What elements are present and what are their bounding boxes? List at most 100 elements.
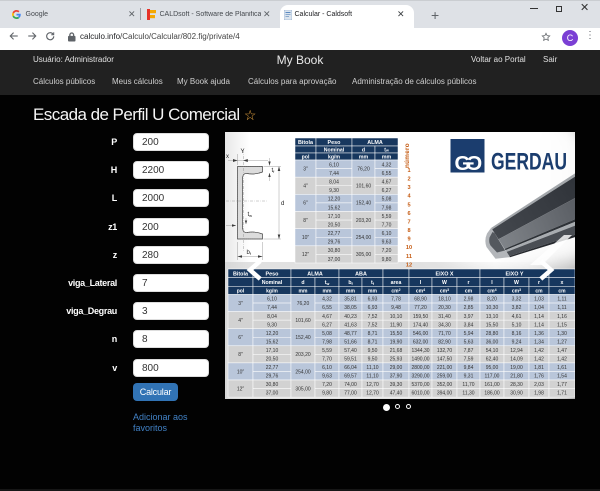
svg-text:20,50: 20,50 [328, 222, 341, 228]
svg-text:41,63: 41,63 [344, 322, 357, 328]
svg-text:6,55: 6,55 [382, 171, 392, 177]
svg-text:2: 2 [407, 177, 410, 183]
svg-text:117,00: 117,00 [485, 374, 500, 380]
svg-text:1,11: 1,11 [557, 297, 567, 303]
svg-text:5370,00: 5370,00 [411, 382, 429, 388]
svg-text:Peso: Peso [266, 271, 280, 277]
svg-text:15,62: 15,62 [266, 339, 279, 345]
svg-text:21,80: 21,80 [510, 374, 523, 380]
svg-text:203,20: 203,20 [295, 352, 311, 358]
svg-text:Peso: Peso [328, 140, 342, 146]
svg-text:48,77: 48,77 [344, 331, 357, 337]
svg-text:9,30: 9,30 [329, 188, 339, 194]
svg-text:9: 9 [407, 237, 410, 243]
svg-text:37,90: 37,90 [390, 374, 403, 380]
svg-text:W: W [514, 280, 519, 286]
svg-text:10,30: 10,30 [486, 305, 499, 311]
svg-text:7,59: 7,59 [464, 357, 474, 363]
svg-text:12″: 12″ [237, 386, 245, 392]
svg-text:8,71: 8,71 [368, 339, 378, 345]
svg-text:9,63: 9,63 [382, 240, 392, 246]
svg-text:19,90: 19,90 [390, 339, 403, 345]
svg-text:3″: 3″ [303, 166, 308, 172]
svg-text:1,42: 1,42 [534, 348, 544, 354]
svg-text:7,70: 7,70 [322, 357, 332, 363]
svg-text:15,50: 15,50 [390, 331, 403, 337]
svg-text:8: 8 [407, 228, 410, 234]
svg-text:5,10: 5,10 [512, 322, 522, 328]
svg-text:1,34: 1,34 [534, 339, 544, 345]
svg-text:3,32: 3,32 [512, 297, 522, 303]
svg-text:8,16: 8,16 [512, 331, 522, 337]
svg-text:6,10: 6,10 [267, 297, 277, 303]
svg-text:1,15: 1,15 [557, 322, 567, 328]
svg-text:6,55: 6,55 [322, 305, 332, 311]
svg-text:7,52: 7,52 [368, 314, 378, 320]
svg-text:1,47: 1,47 [557, 348, 567, 354]
svg-text:9,24: 9,24 [512, 339, 522, 345]
svg-text:1,71: 1,71 [557, 391, 567, 397]
svg-text:1,54: 1,54 [557, 374, 567, 380]
svg-text:1344,30: 1344,30 [411, 348, 429, 354]
svg-text:11,10: 11,10 [366, 365, 378, 371]
svg-text:mm: mm [359, 154, 369, 160]
svg-text:29,76: 29,76 [328, 240, 341, 246]
svg-text:1,61: 1,61 [557, 365, 567, 371]
svg-text:22,77: 22,77 [266, 365, 279, 371]
svg-text:mm: mm [368, 289, 377, 295]
svg-text:8,04: 8,04 [329, 180, 339, 186]
svg-text:12,70: 12,70 [366, 382, 379, 388]
svg-text:2,85: 2,85 [464, 305, 474, 311]
svg-text:51,66: 51,66 [344, 339, 357, 345]
svg-text:10: 10 [406, 245, 412, 251]
svg-text:12″: 12″ [302, 252, 310, 258]
svg-text:7: 7 [407, 219, 410, 225]
svg-text:EIXO X: EIXO X [436, 271, 454, 277]
svg-text:7,20: 7,20 [322, 382, 332, 388]
svg-text:12,20: 12,20 [328, 197, 341, 203]
svg-text:r: r [467, 280, 469, 286]
svg-text:7,44: 7,44 [329, 171, 339, 177]
svg-text:Nominal: Nominal [262, 280, 283, 286]
svg-text:101,60: 101,60 [356, 184, 372, 190]
svg-text:6,10: 6,10 [322, 365, 332, 371]
svg-text:2800,00: 2800,00 [411, 365, 429, 371]
svg-text:71,70: 71,70 [438, 331, 451, 337]
svg-text:59,51: 59,51 [344, 357, 357, 363]
svg-text:305,00: 305,00 [356, 252, 372, 258]
svg-text:30,80: 30,80 [328, 248, 341, 254]
svg-text:6010,00: 6010,00 [411, 391, 429, 397]
svg-text:37,00: 37,00 [266, 391, 279, 397]
svg-text:5: 5 [407, 202, 410, 208]
svg-text:11,70: 11,70 [462, 382, 474, 388]
svg-text:10″: 10″ [302, 235, 310, 241]
svg-text:5,94: 5,94 [464, 331, 474, 337]
svg-text:1: 1 [407, 168, 410, 174]
svg-text:Bitola: Bitola [298, 140, 314, 146]
svg-text:6″: 6″ [238, 335, 243, 341]
svg-text:9,80: 9,80 [382, 257, 392, 263]
svg-text:40,23: 40,23 [344, 314, 357, 320]
svg-text:1,42: 1,42 [557, 357, 567, 363]
svg-text:5,08: 5,08 [382, 197, 392, 203]
svg-text:9,84: 9,84 [464, 365, 474, 371]
svg-text:20,50: 20,50 [266, 357, 279, 363]
svg-text:4,61: 4,61 [512, 314, 522, 320]
svg-text:ABA: ABA [355, 271, 367, 277]
svg-text:W: W [442, 280, 447, 286]
svg-text:9,30: 9,30 [267, 322, 277, 328]
svg-text:3,97: 3,97 [464, 314, 474, 320]
svg-text:159,50: 159,50 [413, 314, 429, 320]
svg-text:kg/m: kg/m [328, 154, 340, 160]
svg-text:7,78: 7,78 [391, 297, 401, 303]
svg-text:x: x [226, 154, 229, 160]
svg-text:12,94: 12,94 [510, 348, 523, 354]
svg-text:r: r [538, 280, 540, 286]
svg-text:74,00: 74,00 [344, 382, 357, 388]
svg-text:11,30: 11,30 [462, 391, 474, 397]
svg-text:76,20: 76,20 [357, 166, 370, 172]
svg-text:35,81: 35,81 [344, 297, 357, 303]
svg-text:8,71: 8,71 [368, 331, 378, 337]
svg-text:68,90: 68,90 [414, 297, 427, 303]
svg-text:3: 3 [407, 185, 410, 191]
